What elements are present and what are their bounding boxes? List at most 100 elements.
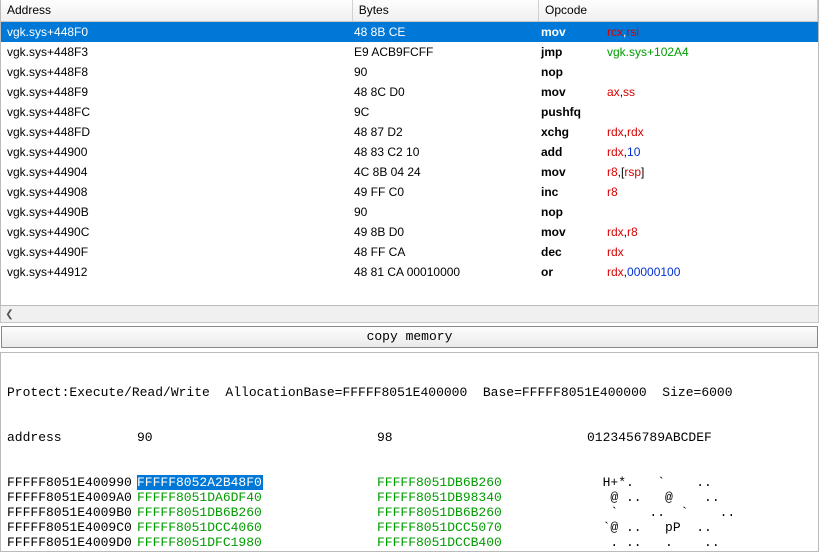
memory-view[interactable]: Protect:Execute/Read/Write AllocationBas… xyxy=(0,352,819,552)
memory-row[interactable]: FFFFF8051E4009A0FFFFF8051DA6DF40FFFFF805… xyxy=(7,490,814,505)
memory-row[interactable]: FFFFF8051E4009C0FFFFF8051DCC4060FFFFF805… xyxy=(7,520,814,535)
disassembly-row[interactable]: vgk.sys+4490C49 8B D0movrdx,r8 xyxy=(1,222,818,242)
row-bytes: 48 8C D0 xyxy=(354,82,541,102)
memory-columns-header: address 90 98 0123456789ABCDEF xyxy=(7,430,814,445)
row-address: vgk.sys+448F9 xyxy=(7,82,354,102)
mem-row-value-1: FFFFF8051DCC4060 xyxy=(137,520,377,535)
mem-row-ascii: @ .. @ .. xyxy=(587,490,814,505)
scroll-left-icon[interactable]: ❮ xyxy=(3,308,16,321)
mem-row-address: FFFFF8051E400990 xyxy=(7,475,137,490)
row-address: vgk.sys+448FC xyxy=(7,102,354,122)
copy-memory-button[interactable]: copy memory xyxy=(1,326,818,348)
memory-region-info: Protect:Execute/Read/Write AllocationBas… xyxy=(7,385,814,400)
disassembly-row[interactable]: vgk.sys+449044C 8B 04 24movr8,[rsp] xyxy=(1,162,818,182)
row-address: vgk.sys+448F8 xyxy=(7,62,354,82)
mem-row-address: FFFFF8051E4009E0 xyxy=(7,550,137,552)
mem-row-value-2: FFFFF8051DCC5070 xyxy=(377,520,587,535)
row-bytes: 48 8B CE xyxy=(354,22,541,42)
row-operands: r8 xyxy=(607,182,818,202)
row-mnemonic: jmp xyxy=(541,42,607,62)
row-operands: vgk.sys+102A4 xyxy=(607,42,818,62)
row-mnemonic: mov xyxy=(541,22,607,42)
memory-row[interactable]: FFFFF8051E4009B0FFFFF8051DB6B260FFFFF805… xyxy=(7,505,814,520)
disassembly-header: Address Bytes Opcode xyxy=(1,0,818,22)
disassembly-row[interactable]: vgk.sys+4490048 83 C2 10addrdx,10 xyxy=(1,142,818,162)
disassembly-row[interactable]: vgk.sys+4490B90nop xyxy=(1,202,818,222)
mem-row-value-2: FFFFF8051DB6B260 xyxy=(377,505,587,520)
row-operands: rdx,rdx xyxy=(607,122,818,142)
row-mnemonic: dec xyxy=(541,242,607,262)
row-mnemonic: add xyxy=(541,142,607,162)
row-address: vgk.sys+44904 xyxy=(7,162,354,182)
row-bytes: 9C xyxy=(354,102,541,122)
col-header-address[interactable]: Address xyxy=(1,0,353,21)
row-operands: rdx,10 xyxy=(607,142,818,162)
mem-row-value-1: FFFFF8051DCB1C50 xyxy=(137,550,377,552)
row-mnemonic: nop xyxy=(541,202,607,222)
mem-row-address: FFFFF8051E4009C0 xyxy=(7,520,137,535)
disassembly-row[interactable]: vgk.sys+4490F48 FF CAdecrdx xyxy=(1,242,818,262)
mem-row-ascii: P. .. ` .. xyxy=(587,550,814,552)
row-address: vgk.sys+448FD xyxy=(7,122,354,142)
mem-row-value-1: FFFFF8051DB6B260 xyxy=(137,505,377,520)
row-mnemonic: xchg xyxy=(541,122,607,142)
disassembly-table[interactable]: Address Bytes Opcode vgk.sys+448F048 8B … xyxy=(0,0,819,306)
row-bytes: 4C 8B 04 24 xyxy=(354,162,541,182)
mem-col-offset-90: 90 xyxy=(137,430,377,445)
row-bytes: 49 FF C0 xyxy=(354,182,541,202)
row-bytes: 90 xyxy=(354,202,541,222)
row-mnemonic: inc xyxy=(541,182,607,202)
disassembly-row[interactable]: vgk.sys+448F3E9 ACB9FCFFjmpvgk.sys+102A4 xyxy=(1,42,818,62)
mem-row-value-1: FFFFF8051DFC1980 xyxy=(137,535,377,550)
disassembly-row[interactable]: vgk.sys+448F948 8C D0movax,ss xyxy=(1,82,818,102)
mem-row-value-1: FFFFF8051DA6DF40 xyxy=(137,490,377,505)
mem-row-address: FFFFF8051E4009D0 xyxy=(7,535,137,550)
row-operands: ax,ss xyxy=(607,82,818,102)
row-address: vgk.sys+44912 xyxy=(7,262,354,282)
row-bytes: E9 ACB9FCFF xyxy=(354,42,541,62)
memory-row[interactable]: FFFFF8051E400990FFFFF8052A2B48F0FFFFF805… xyxy=(7,475,814,490)
mem-row-ascii: . .. . .. xyxy=(587,535,814,550)
mem-col-ascii: 0123456789ABCDEF xyxy=(587,430,814,445)
row-operands: rdx,r8 xyxy=(607,222,818,242)
row-address: vgk.sys+4490B xyxy=(7,202,354,222)
col-header-opcode[interactable]: Opcode xyxy=(539,0,818,21)
disassembly-row[interactable]: vgk.sys+448FC9Cpushfq xyxy=(1,102,818,122)
row-address: vgk.sys+44908 xyxy=(7,182,354,202)
mem-col-address: address xyxy=(7,430,137,445)
row-address: vgk.sys+448F0 xyxy=(7,22,354,42)
mem-row-ascii: ` .. ` .. xyxy=(587,505,814,520)
row-bytes: 48 81 CA 00010000 xyxy=(354,262,541,282)
mem-col-offset-98: 98 xyxy=(377,430,587,445)
mem-row-address: FFFFF8051E4009A0 xyxy=(7,490,137,505)
row-operands xyxy=(607,102,818,122)
mem-row-ascii: H+*. ` .. xyxy=(587,475,814,490)
memory-row[interactable]: FFFFF8051E4009E0FFFFF8051DCB1C50FFFFF805… xyxy=(7,550,814,552)
disassembly-row[interactable]: vgk.sys+4490849 FF C0incr8 xyxy=(1,182,818,202)
disassembly-row[interactable]: vgk.sys+448FD48 87 D2xchgrdx,rdx xyxy=(1,122,818,142)
row-operands: rdx xyxy=(607,242,818,262)
col-header-bytes[interactable]: Bytes xyxy=(353,0,539,21)
row-mnemonic: mov xyxy=(541,222,607,242)
row-address: vgk.sys+4490F xyxy=(7,242,354,262)
row-operands: rcx,rsi xyxy=(607,22,818,42)
row-operands xyxy=(607,62,818,82)
memory-row[interactable]: FFFFF8051E4009D0FFFFF8051DFC1980FFFFF805… xyxy=(7,535,814,550)
disassembly-row[interactable]: vgk.sys+448F048 8B CEmovrcx,rsi xyxy=(1,22,818,42)
row-mnemonic: mov xyxy=(541,162,607,182)
mem-row-address: FFFFF8051E4009B0 xyxy=(7,505,137,520)
horizontal-scrollbar[interactable]: ❮ xyxy=(0,306,819,323)
row-bytes: 90 xyxy=(354,62,541,82)
mem-row-value-2: FFFFF8051DB6B260 xyxy=(377,475,587,490)
mem-row-value-1: FFFFF8052A2B48F0 xyxy=(137,475,377,490)
mem-row-value-2: FFFFF8051DCCB400 xyxy=(377,535,587,550)
disassembly-row[interactable]: vgk.sys+448F890nop xyxy=(1,62,818,82)
row-address: vgk.sys+4490C xyxy=(7,222,354,242)
disassembly-row[interactable]: vgk.sys+4491248 81 CA 00010000orrdx,0000… xyxy=(1,262,818,282)
row-mnemonic: mov xyxy=(541,82,607,102)
row-mnemonic: nop xyxy=(541,62,607,82)
row-bytes: 48 83 C2 10 xyxy=(354,142,541,162)
row-mnemonic: pushfq xyxy=(541,102,607,122)
row-operands: r8,[rsp] xyxy=(607,162,818,182)
row-bytes: 48 FF CA xyxy=(354,242,541,262)
